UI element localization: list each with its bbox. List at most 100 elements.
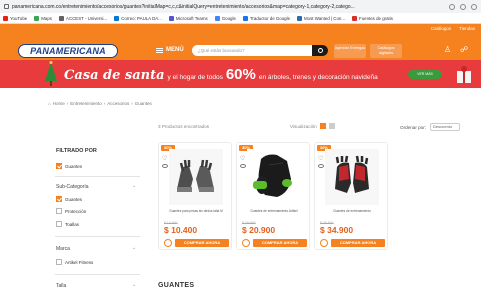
browser-toolbar [449, 3, 477, 10]
list-view-icon[interactable] [328, 123, 335, 129]
section-heading: GUANTES [158, 282, 195, 289]
grid-view-icon[interactable] [319, 123, 326, 129]
star-icon[interactable] [471, 3, 477, 10]
catalogos-digitales-button[interactable]: Catálogos digitales [370, 44, 402, 58]
zoom-icon[interactable] [449, 3, 455, 10]
bookmark-correo[interactable]: Correo: PAULA DA... [114, 15, 162, 21]
filter-title: FILTRADO POR [56, 148, 97, 154]
agendar-entregas-button[interactable]: Agendar Entregas [334, 44, 366, 58]
subcategory-label[interactable]: Sub-Categoría [56, 184, 89, 190]
top-links: Catálogos Tiendas [431, 26, 475, 31]
bookmark-translate[interactable]: Traductor de Google [242, 15, 290, 21]
search-box[interactable]: ¿Qué estás buscando? [192, 45, 328, 56]
menu-label: MENÚ [166, 47, 184, 53]
share-icon[interactable] [460, 3, 466, 10]
banner-text: Casa de santa y el hogar de todos 60% en… [64, 66, 378, 83]
chevron-down-icon[interactable]: ⌄ [132, 245, 136, 251]
eye-icon[interactable] [318, 164, 324, 168]
active-filter-guantes[interactable]: Guantes [56, 163, 82, 169]
buy-now-button[interactable]: COMPRAR AHORA [175, 239, 229, 247]
address-bar[interactable]: panamericana.com.co/entretenimiento/acce… [0, 0, 481, 13]
heart-icon[interactable]: ♡ [162, 156, 168, 162]
cart-icon[interactable] [242, 239, 250, 247]
view-toggle: Visualización [290, 123, 335, 129]
heart-icon[interactable]: ♡ [318, 156, 324, 162]
product-image[interactable] [247, 149, 301, 205]
bookmark-youtube[interactable]: YouTube [3, 15, 27, 21]
buy-now-button[interactable]: COMPRAR AHORA [253, 239, 307, 247]
banner-text-1: y el hogar de todos [167, 74, 223, 81]
filter-guantes[interactable]: Guantes [56, 196, 82, 202]
checkbox[interactable] [56, 221, 62, 227]
bookmark-maps[interactable]: Maps [34, 15, 52, 21]
bookmark-google[interactable]: Google [214, 15, 236, 21]
mail-icon [114, 15, 120, 21]
product-image[interactable] [325, 149, 379, 205]
gift-icon [457, 66, 471, 83]
maps-icon [34, 15, 40, 21]
user-icon[interactable]: ♙ [444, 45, 451, 54]
checkbox-checked[interactable] [56, 163, 62, 169]
product-price: $ 10.400 [164, 225, 198, 235]
product-card[interactable]: 30% ♡ Guantes de entrenamiento $ 49.900 … [314, 142, 388, 250]
banner-cta-button[interactable]: VER MÁS [408, 70, 442, 79]
breadcrumb-guantes: Guantes [134, 101, 152, 106]
buy-now-button[interactable]: COMPRAR AHORA [331, 239, 385, 247]
bookmark-fonts[interactable]: Fuentes de gratis [352, 15, 393, 21]
size-label[interactable]: Talla [56, 283, 66, 289]
top-link-catalogs[interactable]: Catálogos [431, 26, 451, 31]
product-card[interactable]: 30% ♡ Guantes de entrenamiento Artikel $… [236, 142, 310, 250]
filter-artikel[interactable]: Artikel Fitness [56, 259, 93, 265]
filter-label: Toallas [65, 221, 80, 227]
divider [55, 176, 140, 177]
home-icon[interactable]: ⌂ [48, 101, 51, 106]
hamburger-icon [156, 47, 163, 53]
checkbox-checked[interactable] [56, 196, 62, 202]
filter-toallas[interactable]: Toallas [56, 221, 79, 227]
sort-control: Ordenar por: Descuento [400, 123, 461, 131]
promo-banner[interactable]: Casa de santa y el hogar de todos 60% en… [0, 60, 481, 88]
sort-label: Ordenar por: [400, 124, 427, 130]
banner-discount: 60% [225, 66, 256, 83]
chevron-down-icon[interactable]: ⌄ [132, 282, 136, 288]
chevron-down-icon[interactable]: ⌄ [132, 183, 136, 189]
filter-proteccion[interactable]: Protección [56, 208, 86, 214]
page: panamericana.com.co/entretenimiento/acce… [0, 0, 481, 291]
product-name[interactable]: Guantes de entrenamiento [319, 209, 385, 213]
sort-select[interactable]: Descuento [430, 123, 461, 131]
bookmark-teams[interactable]: Microsoft Teams [168, 15, 208, 21]
eye-icon[interactable] [162, 164, 168, 168]
search-input[interactable]: ¿Qué estás buscando? [198, 48, 312, 53]
menu-button[interactable]: MENÚ [156, 47, 184, 53]
brand-label[interactable]: Marca [56, 246, 70, 252]
product-name[interactable]: Guantes de entrenamiento Artikel [241, 209, 307, 213]
cart-icon[interactable] [320, 239, 328, 247]
heart-icon[interactable]: ♡ [240, 156, 246, 162]
checkbox[interactable] [56, 208, 62, 214]
teams-icon [168, 15, 174, 21]
breadcrumb-home[interactable]: Home [53, 101, 65, 106]
active-filter-label: Guantes [65, 163, 83, 169]
google-icon [214, 15, 220, 21]
product-image[interactable] [169, 149, 223, 205]
eye-icon[interactable] [240, 164, 246, 168]
breadcrumb-accesorios[interactable]: Accesorios [107, 101, 129, 106]
view-label: Visualización [290, 123, 317, 129]
bookmarks-bar: YouTube Maps ACCEST - Universi... Correo… [0, 13, 481, 24]
cart-icon[interactable] [164, 239, 172, 247]
product-card[interactable]: 30% ♡ Guantes para pesas sin dedos talla… [158, 142, 232, 250]
bookmark-accest[interactable]: ACCEST - Universi... [59, 15, 107, 21]
product-price: $ 34.900 [320, 225, 354, 235]
site-logo[interactable]: PANAMERICANA [18, 44, 118, 58]
search-button[interactable] [312, 45, 328, 56]
cart-icon[interactable]: ☍ [460, 45, 468, 54]
url-text[interactable]: panamericana.com.co/entretenimiento/acce… [12, 4, 445, 10]
filter-label: Artikel Fitness [65, 259, 94, 265]
checkbox[interactable] [56, 259, 62, 265]
divider [55, 274, 140, 275]
product-name[interactable]: Guantes para pesas sin dedos talla M [163, 209, 229, 213]
banner-title: Casa de santa [64, 68, 165, 83]
bookmark-most-wanted[interactable]: Most Wanted | Con... [297, 15, 345, 21]
top-link-stores[interactable]: Tiendas [459, 26, 475, 31]
breadcrumb-entretenimiento[interactable]: Entretenimiento [70, 101, 102, 106]
